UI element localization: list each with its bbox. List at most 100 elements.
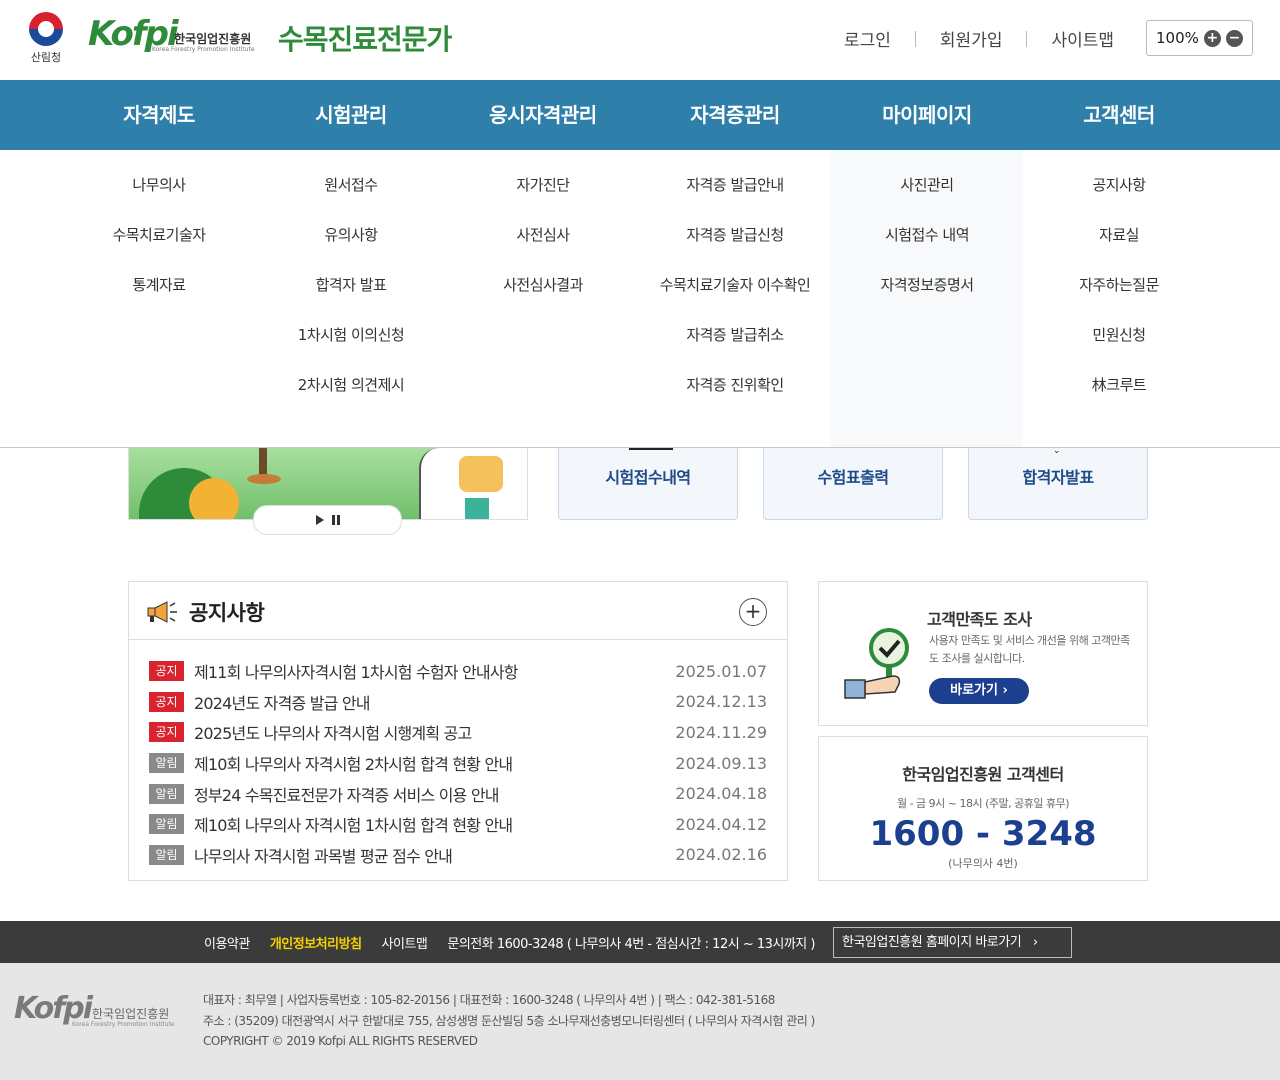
nav-exam-management[interactable]: 시험관리: [255, 80, 447, 150]
notice-item[interactable]: 알림 제10회 나무의사 자격시험 2차시험 합격 현황 안내 2024.09.…: [149, 748, 767, 779]
company-address: 주소 : (35209) 대전광역시 서구 한밭대로 755, 삼성생명 둔산빌…: [203, 1013, 815, 1028]
quick-label: 시험접수내역: [605, 468, 691, 487]
alert-tag-badge: 알림: [149, 844, 184, 865]
notice-item-date: 2024.11.29: [675, 722, 767, 742]
kofpi-homepage-button[interactable]: 한국임업진흥원 홈페이지 바로가기 ›: [833, 927, 1072, 958]
notice-item-date: 2024.04.12: [675, 814, 767, 834]
submenu-item[interactable]: 자주하는질문: [1023, 274, 1215, 324]
callcenter-phone[interactable]: 1600 - 3248: [819, 815, 1147, 853]
nav-mypage[interactable]: 마이페이지: [831, 80, 1023, 150]
korea-forest-service-logo[interactable]: 산림청: [26, 12, 66, 64]
play-icon[interactable]: [315, 515, 324, 525]
submenu-item[interactable]: 자격정보증명서: [831, 274, 1023, 324]
submenu-item[interactable]: 수목치료기술자: [63, 224, 255, 274]
quick-label: 합격자발표: [1022, 468, 1094, 487]
kofpi-logo-sub: Korea Forestry Promotion Institute: [152, 46, 255, 53]
home-button-label: 한국임업진흥원 홈페이지 바로가기: [842, 935, 1022, 950]
notice-item-date: 2024.02.16: [675, 845, 767, 865]
survey-panel: 고객만족도 조사 사용자 만족도 및 서비스 개선을 위해 고객만족도 조사를 …: [818, 581, 1148, 726]
notice-item[interactable]: 알림 정부24 수목진료전문가 자격증 서비스 이용 안내 2024.04.18: [149, 778, 767, 809]
callcenter-panel: 한국임업진흥원 고객센터 월 - 금 9시 ~ 18시 (주말, 공휴일 휴무)…: [818, 736, 1148, 881]
mega-col-mypage: 사진관리 시험접수 내역 자격정보증명서: [831, 150, 1023, 447]
pause-icon[interactable]: [331, 515, 340, 525]
notice-tag-badge: 공지: [149, 691, 184, 712]
login-link[interactable]: 로그인: [820, 26, 915, 51]
footer-kofpi-logo: Kofpi 한국임업진흥원 Korea Forestry Promotion I…: [14, 991, 175, 1031]
quick-exam-history[interactable]: 시험접수내역: [558, 448, 738, 520]
nav-customer-center[interactable]: 고객센터: [1023, 80, 1215, 150]
zoom-out-icon[interactable]: −: [1225, 29, 1243, 47]
notice-item-title[interactable]: 정부24 수목진료전문가 자격증 서비스 이용 안내: [194, 782, 499, 806]
submenu-item[interactable]: 자격증 진위확인: [639, 374, 831, 424]
submenu-item[interactable]: 사진관리: [831, 174, 1023, 224]
footer-logo-name: 한국임업진흥원: [92, 1007, 170, 1021]
quick-admission-ticket[interactable]: 수험표출력: [763, 448, 943, 520]
footer-links-bar: 이용약관 개인정보처리방침 사이트맵 문의전화 1600-3248 ( 나무의사…: [0, 921, 1280, 963]
notice-item[interactable]: 공지 제11회 나무의사자격시험 1차시험 수험자 안내사항 2025.01.0…: [149, 656, 767, 687]
copyright: COPYRIGHT © 2019 Kofpi ALL RIGHTS RESERV…: [203, 1034, 478, 1048]
mega-col-exam: 원서접수 유의사항 합격자 발표 1차시험 이의신청 2차시험 의견제시: [255, 150, 447, 447]
submenu-item[interactable]: 유의사항: [255, 224, 447, 274]
submenu-item[interactable]: 자격증 발급안내: [639, 174, 831, 224]
submenu-item[interactable]: 자료실: [1023, 224, 1215, 274]
signup-link[interactable]: 회원가입: [916, 26, 1027, 51]
submenu-item[interactable]: 시험접수 내역: [831, 224, 1023, 274]
submenu-item[interactable]: 사전심사결과: [447, 274, 639, 324]
submenu-item[interactable]: 합격자 발표: [255, 274, 447, 324]
submenu-item[interactable]: 원서접수: [255, 174, 447, 224]
alert-tag-badge: 알림: [149, 753, 184, 774]
submenu-item[interactable]: 수목치료기술자 이수확인: [639, 274, 831, 324]
notice-item-date: 2024.09.13: [675, 753, 767, 773]
zoom-in-icon[interactable]: +: [1203, 29, 1221, 47]
zoom-control: 100% + −: [1146, 20, 1253, 56]
submenu-item[interactable]: 민원신청: [1023, 324, 1215, 374]
notice-item-date: 2024.12.13: [675, 692, 767, 712]
zoom-level: 100%: [1156, 29, 1199, 47]
submenu-item[interactable]: 2차시험 의견제시: [255, 374, 447, 424]
notice-item-title[interactable]: 2024년도 자격증 발급 안내: [194, 690, 370, 714]
submenu-item[interactable]: 자격증 발급신청: [639, 224, 831, 274]
nav-certificate-management[interactable]: 자격증관리: [639, 80, 831, 150]
notice-item-title[interactable]: 2025년도 나무의사 자격시험 시행계획 공고: [194, 720, 472, 744]
notice-item-title[interactable]: 제10회 나무의사 자격시험 2차시험 합격 현황 안내: [194, 751, 513, 775]
submenu-item[interactable]: 林크루트: [1023, 374, 1215, 424]
footer-sitemap-link[interactable]: 사이트맵: [382, 933, 428, 952]
site-title[interactable]: 수목진료전문가: [278, 18, 452, 58]
bush-illustration: [189, 478, 239, 519]
notice-item-title[interactable]: 나무의사 자격시험 과목별 평균 점수 안내: [194, 843, 453, 867]
submenu-item[interactable]: 자가진단: [447, 174, 639, 224]
survey-go-button[interactable]: 바로가기 ›: [929, 678, 1029, 704]
quick-results[interactable]: ⌄ 합격자발표: [968, 446, 1148, 520]
notice-item[interactable]: 공지 2024년도 자격증 발급 안내 2024.12.13: [149, 687, 767, 718]
notice-item[interactable]: 알림 제10회 나무의사 자격시험 1차시험 합격 현황 안내 2024.04.…: [149, 809, 767, 840]
contact-phone-info: 문의전화 1600-3248 ( 나무의사 4번 - 점심시간 : 12시 ~ …: [447, 936, 815, 952]
submenu-item[interactable]: 1차시험 이의신청: [255, 324, 447, 374]
submenu-item[interactable]: 통계자료: [63, 274, 255, 324]
sitemap-link[interactable]: 사이트맵: [1027, 26, 1138, 51]
kofpi-logo[interactable]: Kofpi 한국임업진흥원 Korea Forestry Promotion I…: [88, 14, 255, 58]
survey-title: 고객만족도 조사: [927, 610, 1032, 629]
notice-panel: 공지사항 + 공지 제11회 나무의사자격시험 1차시험 수험자 안내사항 20…: [128, 581, 788, 881]
submenu-item[interactable]: 사전심사: [447, 224, 639, 274]
notice-item-date: 2024.04.18: [675, 784, 767, 804]
notice-item[interactable]: 알림 나무의사 자격시험 과목별 평균 점수 안내 2024.02.16: [149, 840, 767, 871]
notice-item-title[interactable]: 제11회 나무의사자격시험 1차시험 수험자 안내사항: [194, 659, 518, 683]
notice-title: 공지사항: [189, 601, 265, 625]
taegeuk-emblem-icon: [29, 12, 63, 46]
privacy-policy-link[interactable]: 개인정보처리방침: [270, 933, 362, 952]
more-plus-icon[interactable]: +: [739, 598, 767, 626]
alert-tag-badge: 알림: [149, 814, 184, 835]
nav-eligibility-management[interactable]: 응시자격관리: [447, 80, 639, 150]
main-nav: 자격제도 시험관리 응시자격관리 자격증관리 마이페이지 고객센터: [0, 80, 1280, 150]
callcenter-hours: 월 - 금 9시 ~ 18시 (주말, 공휴일 휴무): [896, 797, 1070, 810]
notice-tag-badge: 공지: [149, 661, 184, 682]
callcenter-extension: (나무의사 4번): [948, 857, 1018, 870]
notice-item-title[interactable]: 제10회 나무의사 자격시험 1차시험 합격 현황 안내: [194, 812, 513, 836]
nav-qualification-system[interactable]: 자격제도: [63, 80, 255, 150]
submenu-item[interactable]: 공지사항: [1023, 174, 1215, 224]
submenu-item[interactable]: 나무의사: [63, 174, 255, 224]
callcenter-title: 한국임업진흥원 고객센터: [902, 765, 1064, 784]
notice-item[interactable]: 공지 2025년도 나무의사 자격시험 시행계획 공고 2024.11.29: [149, 717, 767, 748]
submenu-item[interactable]: 자격증 발급취소: [639, 324, 831, 374]
terms-link[interactable]: 이용약관: [204, 933, 250, 952]
